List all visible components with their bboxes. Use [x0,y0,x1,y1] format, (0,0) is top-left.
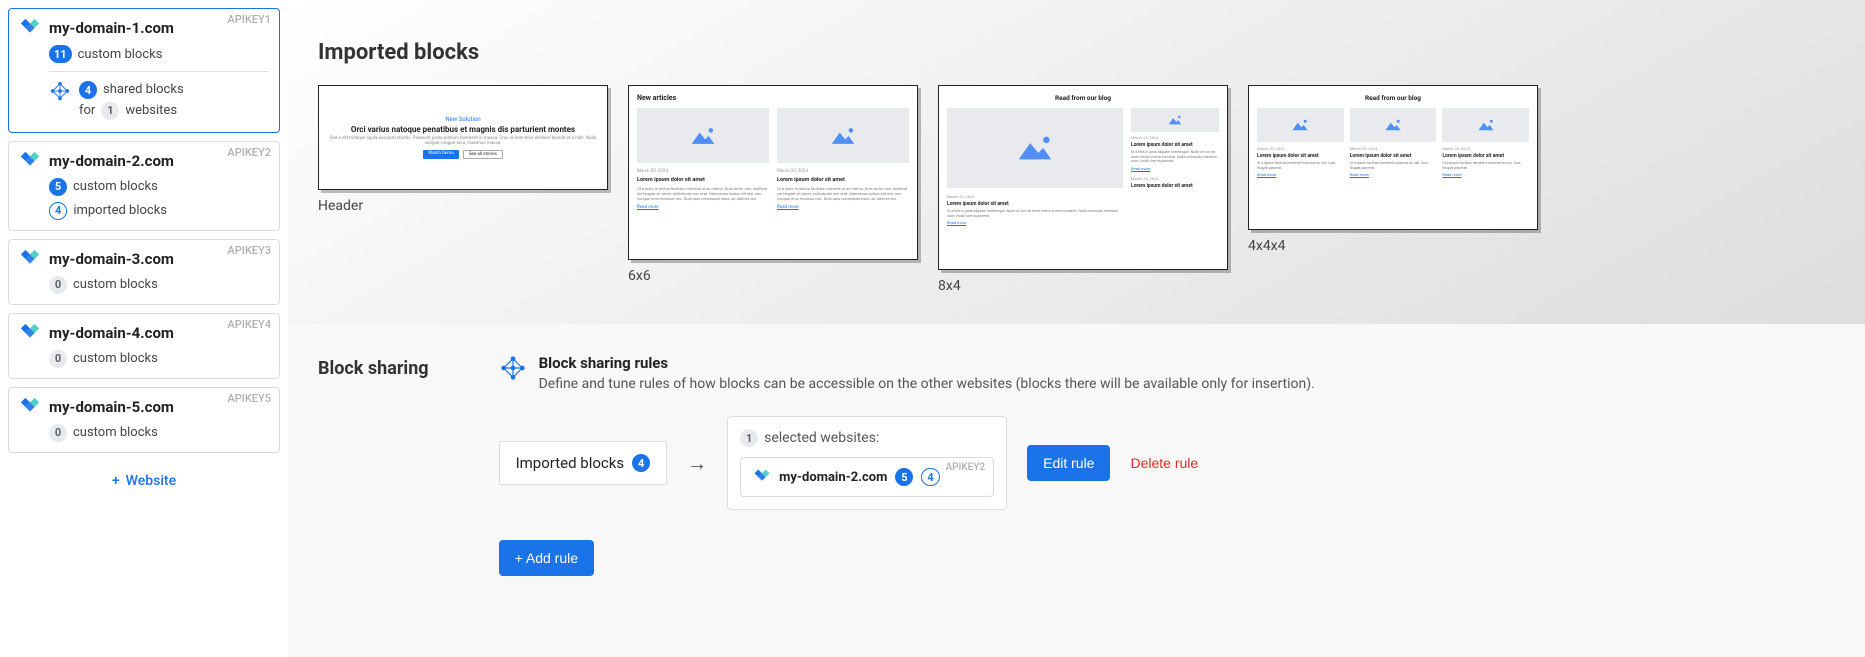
sidebar: APIKEY1 my-domain-1.com 11 custom blocks… [0,0,288,657]
network-icon [49,80,71,102]
block-thumb-8x4[interactable]: Read from our blog March 23, 2024 Lorem … [938,85,1228,294]
custom-label: custom blocks [73,351,158,366]
shared-count-badge: 4 [79,81,97,99]
domain-card-1[interactable]: APIKEY1 my-domain-1.com 11 custom blocks… [8,8,280,133]
block-thumb-6x6[interactable]: New articles March 20, 2024 Lorem ipsum … [628,85,918,284]
image-placeholder-icon [777,108,909,163]
selected-domain-card[interactable]: APIKEY2 my-domain-2.com 5 4 [740,457,994,497]
for-label: for [79,101,95,122]
imported-chip-count: 4 [632,454,650,472]
image-placeholder-icon [1442,108,1529,142]
imported-count-badge: 4 [49,202,67,220]
domain-card-2[interactable]: APIKEY2 my-domain-2.com 5 custom blocks … [8,141,280,231]
add-rule-button[interactable]: + Add rule [499,540,594,576]
domain-card-5[interactable]: APIKEY5 my-domain-5.com 0 custom blocks [8,387,280,453]
rules-title: Block sharing rules [539,354,1315,372]
block-thumb-header[interactable]: New Solution Orci varius natoque penatib… [318,85,608,214]
api-key-label: APIKEY2 [227,146,271,159]
domain-logo-icon [19,396,41,418]
add-website-label: Website [126,473,176,489]
domain-logo-icon [753,468,771,486]
imported-blocks-title: Imported blocks [318,40,1835,65]
domain-card-4[interactable]: APIKEY4 my-domain-4.com 0 custom blocks [8,313,280,379]
shared-label: shared blocks [103,80,184,101]
divider [49,71,269,72]
block-thumb-4x4x4[interactable]: Read from our blog March 20, 2024 Lorem … [1248,85,1538,254]
domain-card-3[interactable]: APIKEY3 my-domain-3.com 0 custom blocks [8,239,280,305]
block-sharing-section: Block sharing Block sharing rules Define… [288,324,1865,657]
custom-count-badge: 5 [895,468,913,486]
custom-count-badge: 0 [49,276,67,294]
thumb-label: 4x4x4 [1248,238,1538,254]
websites-count-badge: 1 [101,102,119,120]
network-icon [499,354,527,382]
websites-label: websites [125,101,177,122]
domain-logo-icon [19,248,41,270]
custom-count-badge: 0 [49,350,67,368]
custom-label: custom blocks [73,179,158,194]
domain-name: my-domain-2.com [779,470,887,485]
custom-label: custom blocks [78,47,163,62]
selected-websites-box: 1 selected websites: APIKEY2 my-domain-2… [727,416,1007,510]
domain-name: my-domain-4.com [49,324,174,342]
arrow-right-icon: → [687,451,707,476]
domain-name: my-domain-3.com [49,250,174,268]
plus-icon: + [112,473,120,489]
image-placeholder-icon [1131,108,1219,132]
rules-desc: Define and tune rules of how blocks can … [539,376,1315,392]
add-website-button[interactable]: + Website [8,461,280,501]
thumb-label: 8x4 [938,278,1228,294]
domain-name: my-domain-2.com [49,152,174,170]
imported-label: imported blocks [73,203,167,218]
custom-count-badge: 11 [49,45,72,63]
imported-blocks-section: Imported blocks New Solution Orci varius… [288,0,1865,324]
selected-label: selected websites: [764,430,879,446]
block-sharing-title: Block sharing [318,358,429,627]
imported-blocks-chip[interactable]: Imported blocks 4 [499,441,668,485]
domain-name: my-domain-1.com [49,19,174,37]
imported-chip-label: Imported blocks [516,454,625,472]
api-key-label: APIKEY5 [227,392,271,405]
selected-count-badge: 1 [740,429,758,447]
api-key-label: APIKEY3 [227,244,271,257]
custom-count-badge: 5 [49,178,67,196]
custom-count-badge: 0 [49,424,67,442]
image-placeholder-icon [637,108,769,163]
domain-logo-icon [19,322,41,344]
main-panel: Imported blocks New Solution Orci varius… [288,0,1865,657]
domain-logo-icon [19,150,41,172]
image-placeholder-icon [1257,108,1344,142]
api-key-label: APIKEY4 [227,318,271,331]
rule-row: Imported blocks 4 → 1 selected websites:… [499,416,1835,510]
domain-logo-icon [19,17,41,39]
imported-count-badge: 4 [921,468,939,486]
api-key-label: APIKEY1 [227,13,271,26]
image-placeholder-icon [947,108,1123,188]
thumb-label: 6x6 [628,268,918,284]
custom-label: custom blocks [73,277,158,292]
image-placeholder-icon [1350,108,1437,142]
edit-rule-button[interactable]: Edit rule [1027,445,1110,481]
delete-rule-button[interactable]: Delete rule [1130,455,1198,471]
custom-label: custom blocks [73,425,158,440]
api-key-label: APIKEY2 [946,462,986,473]
domain-name: my-domain-5.com [49,398,174,416]
thumb-label: Header [318,198,608,214]
